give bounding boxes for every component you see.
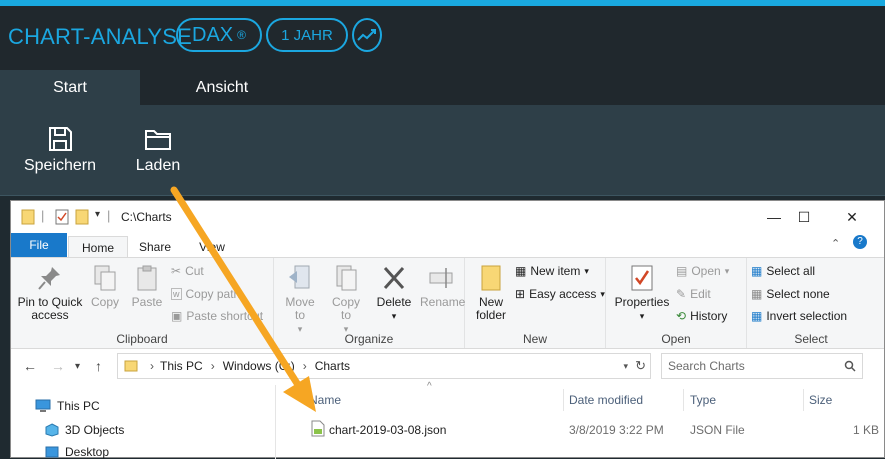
annotation-arrow bbox=[170, 186, 316, 412]
